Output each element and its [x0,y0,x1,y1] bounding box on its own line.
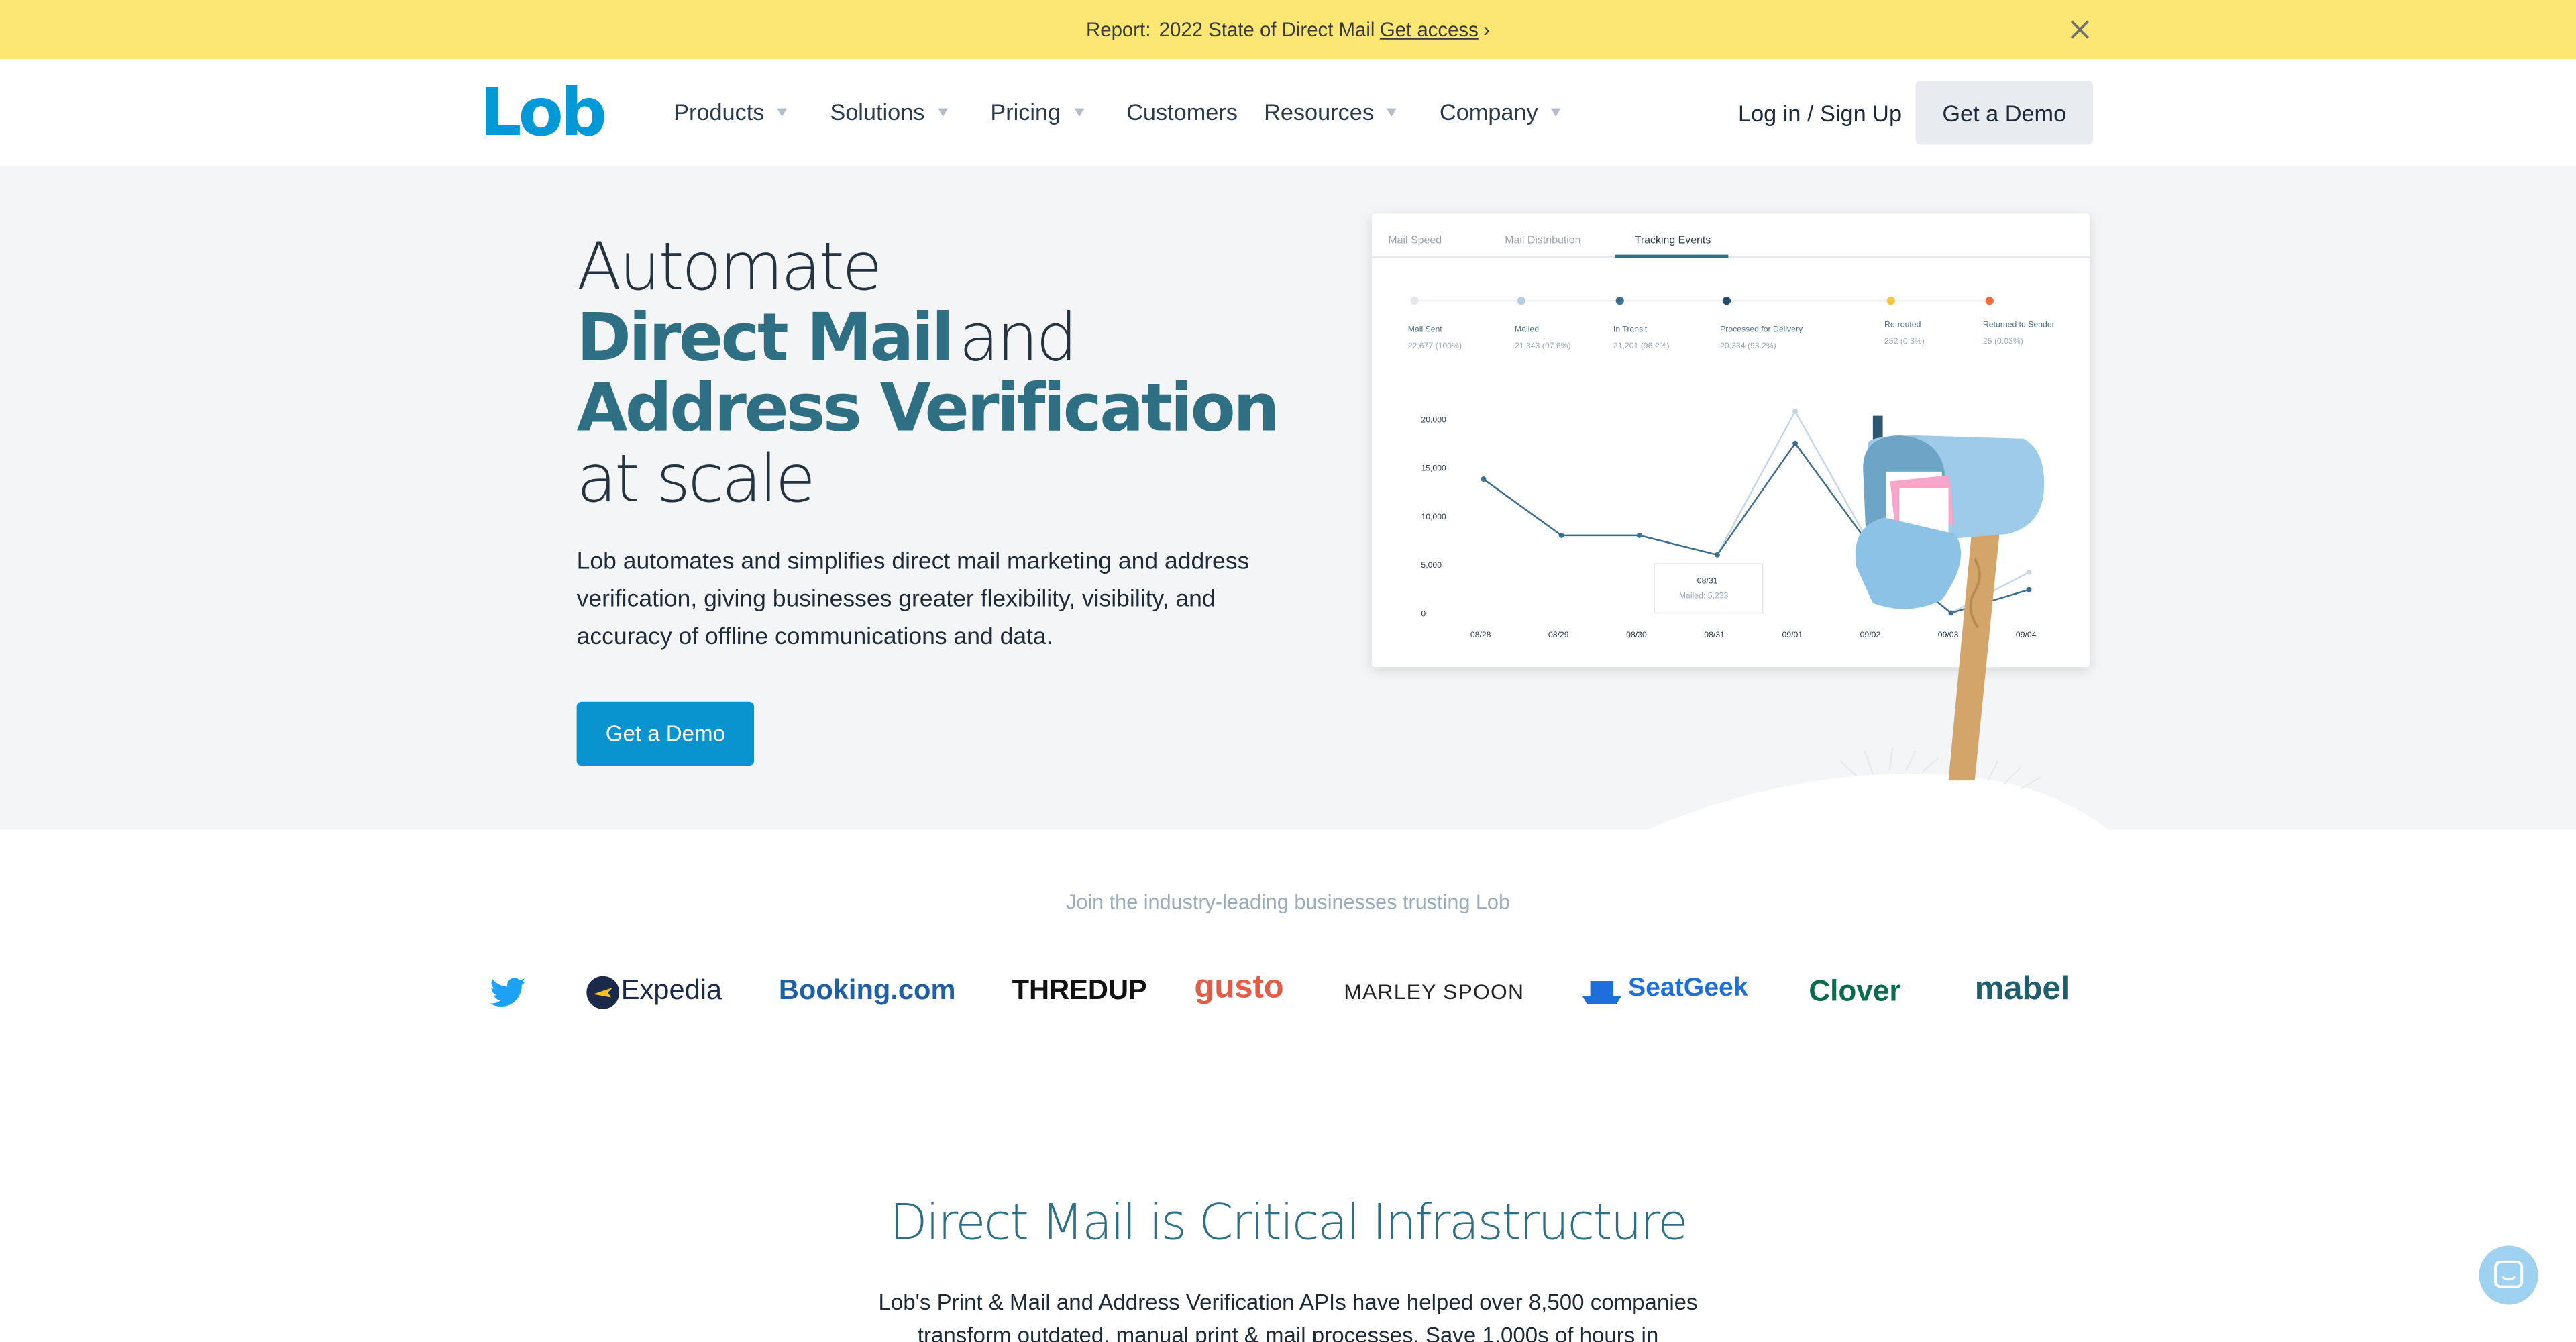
series-point [1558,532,1564,538]
nav-label: Company [1439,98,1538,125]
caret-down-icon [1387,107,1397,116]
customer-logos: Expedia Booking.com THREDUP gusto MARLEY… [0,958,2576,1024]
series-point [1714,552,1720,558]
headline-line-4: at scale [576,442,816,518]
series-point [1481,476,1487,482]
infrastructure-body: Lob's Print & Mail and Address Verificat… [878,1290,1698,1342]
nav-label: Customers [1126,98,1238,125]
nav-item-products[interactable]: Products [674,99,788,125]
event-value: 25 (0.03%) [1983,336,2023,346]
top-navigation: Lob Products Solutions Pricing Customers… [0,59,2576,166]
headline-bold-address-verification: Address Verification [576,371,1280,448]
banner-link[interactable]: Get access [1380,18,1479,41]
headline-and: and [959,301,1077,376]
chat-launcher-button[interactable] [2479,1245,2538,1305]
nav-label: Pricing [990,98,1061,125]
get-demo-button-nav[interactable]: Get a Demo [1915,81,2094,145]
trust-heading: Join the industry-leading businesses tru… [1066,890,1511,914]
tooltip-date: 08/31 [1697,576,1718,585]
y-tick-label: 0 [1421,609,1426,618]
caret-down-icon [777,107,788,116]
nav-label: Resources [1264,98,1374,125]
nav-item-solutions[interactable]: Solutions [830,98,948,125]
expedia-logo: Expedia [621,974,722,1006]
event-label: Processed for Delivery [1720,325,1803,334]
x-tick-label: 08/29 [1548,630,1569,639]
hero-section [0,166,2576,830]
nav-item-customers[interactable]: Customers [1126,99,1238,125]
event-dot [1615,297,1624,305]
banner-text: 2022 State of Direct Mail [1159,17,1375,42]
event-label: Returned to Sender [1983,319,2055,329]
clover-logo: Clover [1809,974,1901,1008]
y-tick-label: 10,000 [1421,512,1446,521]
seatgeek-hat-icon [1582,981,1622,1004]
headline-bold-direct-mail: Direct Mail [576,301,955,376]
x-tick-label: 08/30 [1626,630,1647,639]
event-dot [1985,297,1994,305]
event-value: 21,201 (96.2%) [1613,341,1670,350]
event-dot [1410,297,1419,305]
y-tick-label: 20,000 [1421,415,1446,424]
caret-down-icon [1073,107,1084,116]
caret-down-icon [937,107,948,116]
series-point [1792,409,1798,414]
event-value: 20,334 (93.2%) [1720,341,1776,350]
event-label: Mail Sent [1408,325,1443,334]
series-point [1636,532,1642,538]
tab-mail-distribution[interactable]: Mail Distribution [1505,235,1580,246]
lob-logo[interactable]: Lob [480,81,607,146]
x-tick-label: 09/01 [1782,630,1803,639]
marley-spoon-logo: MARLEY SPOON [1344,979,1525,1004]
mailbox-illustration [1855,415,2045,781]
main-menu: Products Solutions Pricing Customers Res… [674,99,1604,125]
event-label: Re-routed [1884,319,1921,329]
close-icon[interactable] [2067,16,2093,42]
tab-mail-speed[interactable]: Mail Speed [1388,235,1442,246]
x-tick-label: 08/31 [1704,630,1725,639]
event-value: 252 (0.3%) [1884,336,1925,346]
booking-logo: Booking.com [778,974,956,1006]
nav-label: Solutions [830,98,925,125]
headline-line-1: Automate [576,229,883,306]
chevron-right-icon: › [1483,17,1490,42]
twitter-logo [490,978,526,1007]
seatgeek-logo: SeatGeek [1627,974,1748,1002]
nav-label: Products [674,98,765,125]
event-dot [1722,297,1731,305]
banner-prefix: Report: [1086,17,1151,42]
dashboard-tabs: Mail Speed Mail Distribution Tracking Ev… [1371,213,2090,258]
y-tick-label: 5,000 [1421,560,1442,570]
login-signup-link[interactable]: Log in / Sign Up [1738,100,1902,126]
y-tick-label: 15,000 [1421,464,1446,473]
thredup-logo: THREDUP [1012,974,1147,1006]
event-value: 22,677 (100%) [1408,341,1462,350]
event-value: 21,343 (97.6%) [1515,341,1571,350]
nav-item-pricing[interactable]: Pricing [990,98,1084,125]
nav-item-company[interactable]: Company [1440,99,1561,125]
event-label: Mailed [1515,325,1539,334]
x-tick-label: 08/28 [1470,630,1491,639]
hero-headline: Automate Direct Mail and Address Verific… [576,229,1280,518]
event-dot [1517,297,1525,305]
mabel-logo: mabel [1974,971,2070,1008]
get-demo-button-hero[interactable]: Get a Demo [576,701,755,766]
series-point [1792,440,1798,446]
gusto-logo: gusto [1194,969,1284,1006]
hero-subtitle: Lob automates and simplifies direct mail… [576,548,1250,651]
chat-icon [2494,1260,2524,1288]
event-dot [1886,297,1895,305]
expedia-plane-icon [586,976,620,1009]
announcement-banner: Report: 2022 State of Direct Mail Get ac… [0,0,2576,60]
nav-item-resources[interactable]: Resources [1264,99,1397,125]
caret-down-icon [1551,107,1561,116]
tooltip-text: Mailed: 5,233 [1679,590,1729,600]
tab-tracking-events[interactable]: Tracking Events [1635,235,1711,246]
event-label: In Transit [1613,325,1648,334]
chart-tooltip [1654,563,1764,614]
infrastructure-heading: Direct Mail is Critical Infrastructure [890,1194,1688,1253]
